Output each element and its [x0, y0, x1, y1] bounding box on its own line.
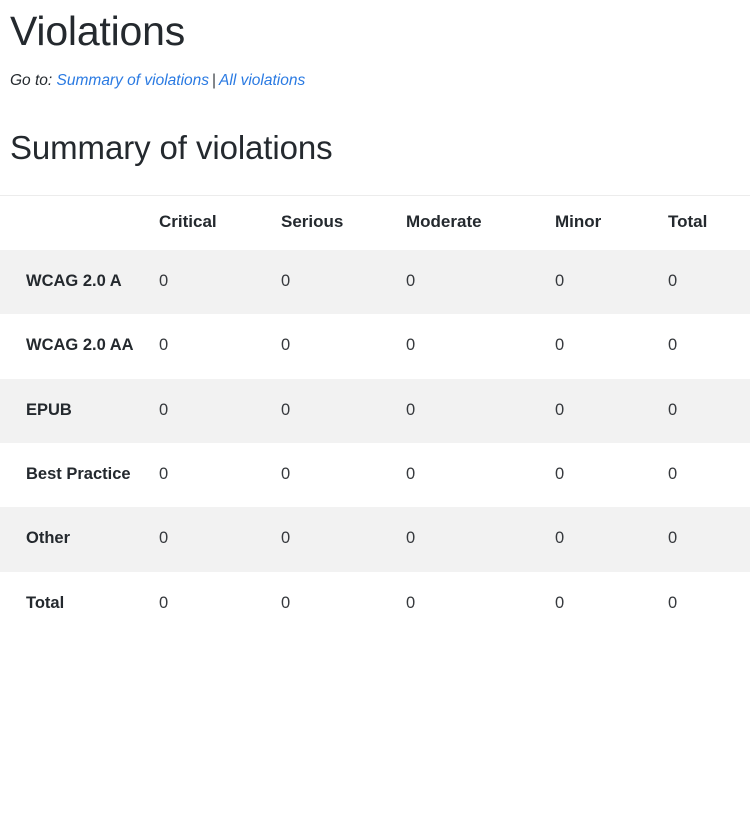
cell-critical: 0: [159, 272, 169, 291]
summary-section-title: Summary of violations: [10, 129, 333, 167]
row-label: Other: [26, 529, 71, 548]
cell-moderate: 0: [406, 400, 416, 419]
cell-total: 0: [668, 593, 678, 612]
cell-critical: 0: [159, 465, 169, 484]
cell-critical: 0: [159, 529, 169, 548]
cell-serious: 0: [281, 593, 291, 612]
table-row: Total 0 0 0 0 0: [0, 571, 750, 636]
row-label: EPUB: [26, 400, 72, 419]
cell-total: 0: [668, 465, 678, 484]
cell-moderate: 0: [406, 336, 416, 355]
goto-navigation: Go to: Summary of violations | All violati…: [0, 55, 750, 91]
cell-serious: 0: [281, 336, 291, 355]
page-title: Violations: [10, 8, 186, 54]
table-body: WCAG 2.0 A 0 0 0 0 0 WCAG 2.0 AA 0 0 0 0…: [0, 250, 750, 636]
violations-report-page: Violations Go to: Summary of violations |…: [0, 0, 750, 636]
cell-critical: 0: [159, 593, 169, 612]
cell-critical: 0: [159, 400, 169, 419]
cell-moderate: 0: [406, 593, 416, 612]
cell-moderate: 0: [406, 529, 416, 548]
cell-minor: 0: [555, 593, 565, 612]
cell-total: 0: [668, 272, 678, 291]
cell-minor: 0: [555, 465, 565, 484]
cell-minor: 0: [555, 272, 565, 291]
cell-moderate: 0: [406, 272, 416, 291]
column-header-critical: Critical: [159, 196, 281, 251]
table-row: WCAG 2.0 AA 0 0 0 0 0: [0, 314, 750, 379]
column-header-moderate: Moderate: [406, 196, 555, 251]
cell-serious: 0: [281, 272, 291, 291]
row-label: Total: [26, 593, 65, 612]
table-row: WCAG 2.0 A 0 0 0 0 0: [0, 250, 750, 315]
goto-separator: |: [212, 72, 217, 90]
link-summary-of-violations[interactable]: Summary of violations: [57, 72, 209, 89]
cell-moderate: 0: [406, 465, 416, 484]
cell-serious: 0: [281, 529, 291, 548]
link-all-violations[interactable]: All violations: [219, 72, 305, 89]
cell-total: 0: [668, 400, 678, 419]
cell-minor: 0: [555, 336, 565, 355]
goto-label: Go to:: [10, 72, 53, 90]
cell-serious: 0: [281, 400, 291, 419]
cell-serious: 0: [281, 465, 291, 484]
row-label: Best Practice: [26, 465, 131, 484]
cell-critical: 0: [159, 336, 169, 355]
summary-of-violations-table: Critical Serious Moderate Minor Total WC…: [0, 196, 750, 636]
column-header-total: Total: [668, 196, 750, 251]
cell-minor: 0: [555, 529, 565, 548]
cell-total: 0: [668, 529, 678, 548]
row-label: WCAG 2.0 A: [26, 272, 122, 291]
column-header-minor: Minor: [555, 196, 668, 251]
table-row: EPUB 0 0 0 0 0: [0, 378, 750, 444]
column-header-serious: Serious: [281, 196, 406, 251]
column-header-blank: [0, 196, 159, 251]
cell-total: 0: [668, 336, 678, 355]
table-header-row: Critical Serious Moderate Minor Total: [0, 196, 750, 251]
cell-minor: 0: [555, 400, 565, 419]
table-header: Critical Serious Moderate Minor Total: [0, 196, 750, 251]
table-row: Other 0 0 0 0 0: [0, 507, 750, 572]
row-label: WCAG 2.0 AA: [26, 336, 134, 355]
table-row: Best Practice 0 0 0 0 0: [0, 443, 750, 508]
